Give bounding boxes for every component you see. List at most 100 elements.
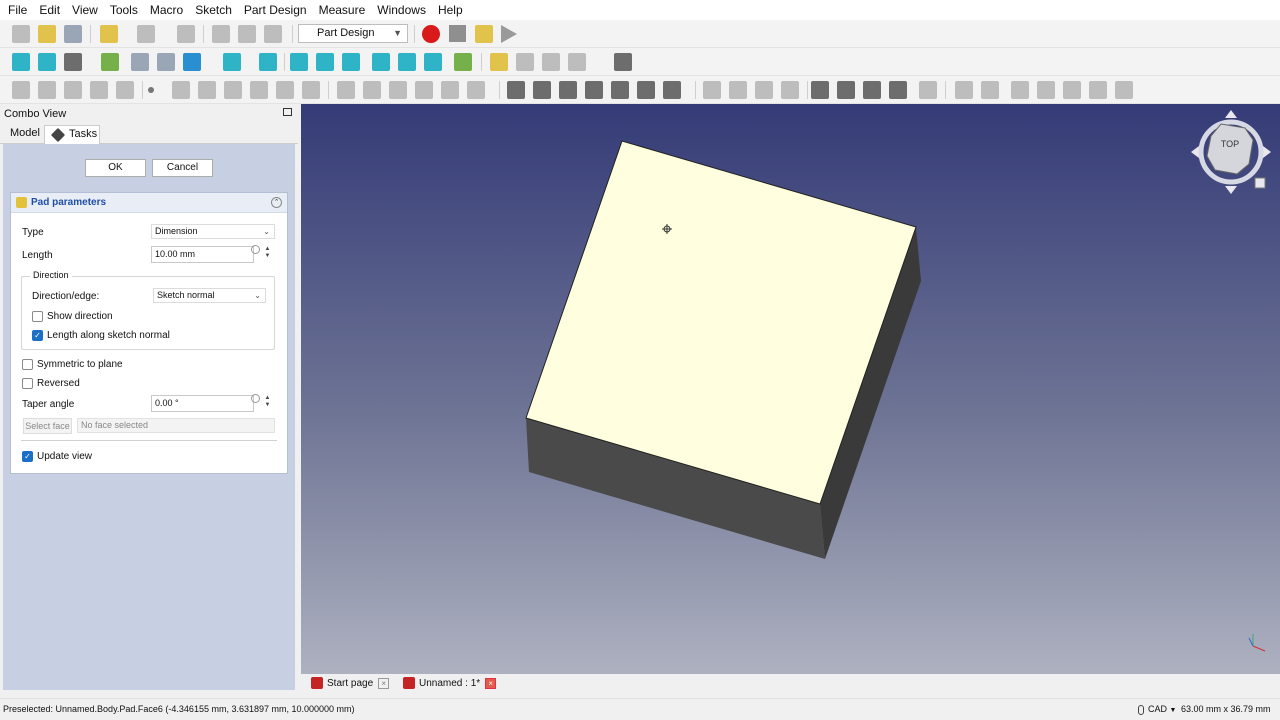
taper-angle-input[interactable]: 0.00 ° — [151, 395, 254, 412]
subtractive-pipe-icon[interactable] — [611, 81, 629, 99]
tab-unnamed[interactable]: Unnamed : 1* × — [403, 674, 497, 694]
reversed-checkbox[interactable] — [22, 378, 33, 389]
measure-toggle-3d-icon[interactable] — [1089, 81, 1107, 99]
open-document-icon[interactable] — [38, 25, 56, 43]
new-document-icon[interactable] — [12, 25, 30, 43]
measure-clear-icon[interactable] — [1037, 81, 1055, 99]
involute-gear-icon[interactable] — [302, 81, 320, 99]
length-along-normal-checkbox[interactable]: ✓ — [32, 330, 43, 341]
subtractive-loft-icon[interactable] — [585, 81, 603, 99]
menu-file[interactable]: File — [2, 0, 33, 20]
pocket-icon[interactable] — [507, 81, 525, 99]
ok-button[interactable]: OK — [85, 159, 146, 177]
collapse-icon[interactable]: ⌃ — [271, 197, 282, 208]
isometric-view-icon[interactable] — [259, 53, 277, 71]
boolean-icon[interactable] — [919, 81, 937, 99]
macro-record-icon[interactable] — [422, 25, 440, 43]
menu-sketch[interactable]: Sketch — [189, 0, 238, 20]
close-icon[interactable]: × — [485, 677, 497, 689]
menu-part-design[interactable]: Part Design — [238, 0, 313, 20]
paste-icon[interactable] — [264, 25, 282, 43]
fit-selection-icon[interactable] — [38, 53, 56, 71]
top-view-icon[interactable] — [316, 53, 334, 71]
measure-angular-icon[interactable] — [981, 81, 999, 99]
whats-this-icon[interactable] — [614, 53, 632, 71]
3d-scene[interactable]: TOP — [301, 104, 1280, 674]
shape-binder-icon[interactable] — [90, 81, 108, 99]
taper-spin-buttons[interactable]: ▲ ▼ — [263, 395, 272, 411]
create-group-icon[interactable] — [516, 53, 534, 71]
length-spin-buttons[interactable]: ▲ ▼ — [263, 246, 272, 262]
left-view-icon[interactable] — [424, 53, 442, 71]
redo-icon[interactable] — [137, 25, 155, 43]
create-body-icon[interactable] — [12, 81, 30, 99]
navigation-style-selector[interactable]: CAD ▼ — [1138, 704, 1176, 715]
show-direction-checkbox[interactable] — [32, 311, 43, 322]
select-face-button[interactable]: Select face — [23, 418, 72, 434]
pad-parameters-header[interactable]: Pad parameters ⌃ — [11, 193, 287, 213]
subtractive-helix-icon[interactable] — [637, 81, 655, 99]
sprocket-icon[interactable] — [276, 81, 294, 99]
create-part-icon[interactable] — [490, 53, 508, 71]
save-document-icon[interactable] — [64, 25, 82, 43]
measure-distance-icon[interactable] — [454, 53, 472, 71]
local-cs-icon[interactable] — [224, 81, 242, 99]
forward-arrow-icon[interactable] — [157, 53, 175, 71]
workbench-selector[interactable]: Part Design ▼ — [298, 24, 408, 43]
validate-sketch-icon[interactable] — [64, 81, 82, 99]
measure-linear-icon[interactable] — [955, 81, 973, 99]
copy-icon[interactable] — [238, 25, 256, 43]
subshape-binder-icon[interactable] — [116, 81, 134, 99]
menu-view[interactable]: View — [66, 0, 104, 20]
zoom-icon[interactable] — [223, 53, 241, 71]
macro-stop-icon[interactable] — [449, 25, 466, 42]
tab-start-page[interactable]: Start page × — [311, 674, 390, 694]
tab-model[interactable]: Model — [4, 125, 46, 144]
refresh-icon[interactable] — [177, 25, 195, 43]
thickness-icon[interactable] — [889, 81, 907, 99]
nav-arrow-up-icon[interactable] — [1225, 110, 1237, 118]
expression-icon[interactable] — [251, 394, 260, 403]
macro-edit-icon[interactable] — [475, 25, 493, 43]
create-sketch-icon[interactable] — [38, 81, 56, 99]
rear-view-icon[interactable] — [372, 53, 390, 71]
measure-toggle-all-icon[interactable] — [1063, 81, 1081, 99]
nav-cube-face[interactable] — [1206, 123, 1254, 175]
symmetric-checkbox[interactable] — [22, 359, 33, 370]
datum-plane-icon[interactable] — [198, 81, 216, 99]
nav-cube-menu-icon[interactable] — [1254, 177, 1266, 189]
navigation-cube[interactable]: TOP — [1191, 110, 1271, 194]
front-view-icon[interactable] — [290, 53, 308, 71]
helix-icon[interactable] — [441, 81, 459, 99]
revolution-icon[interactable] — [363, 81, 381, 99]
std-views-icon[interactable] — [183, 53, 201, 71]
fit-all-icon[interactable] — [12, 53, 30, 71]
nav-arrow-down-icon[interactable] — [1225, 186, 1237, 194]
multi-transform-icon[interactable] — [781, 81, 799, 99]
menu-edit[interactable]: Edit — [33, 0, 66, 20]
menu-tools[interactable]: Tools — [104, 0, 144, 20]
draw-style-icon[interactable] — [64, 53, 82, 71]
update-view-checkbox[interactable]: ✓ — [22, 451, 33, 462]
chamfer-icon[interactable] — [837, 81, 855, 99]
bounding-box-icon[interactable] — [101, 53, 119, 71]
right-view-icon[interactable] — [342, 53, 360, 71]
expression-icon[interactable] — [251, 245, 260, 254]
cut-icon[interactable] — [212, 25, 230, 43]
groove-icon[interactable] — [559, 81, 577, 99]
back-arrow-icon[interactable] — [131, 53, 149, 71]
polar-pattern-icon[interactable] — [755, 81, 773, 99]
link-icon[interactable] — [542, 53, 560, 71]
clone-icon[interactable] — [250, 81, 268, 99]
nav-arrow-right-icon[interactable] — [1263, 146, 1271, 158]
measure-refresh-icon[interactable] — [1011, 81, 1029, 99]
nav-arrow-left-icon[interactable] — [1191, 146, 1199, 158]
loft-icon[interactable] — [389, 81, 407, 99]
macro-run-icon[interactable] — [501, 25, 517, 43]
undock-icon[interactable] — [283, 108, 292, 116]
pad-icon[interactable] — [337, 81, 355, 99]
type-select[interactable]: Dimension ⌄ — [151, 224, 275, 239]
fillet-icon[interactable] — [811, 81, 829, 99]
menu-help[interactable]: Help — [432, 0, 469, 20]
datum-point-icon[interactable] — [148, 87, 154, 93]
